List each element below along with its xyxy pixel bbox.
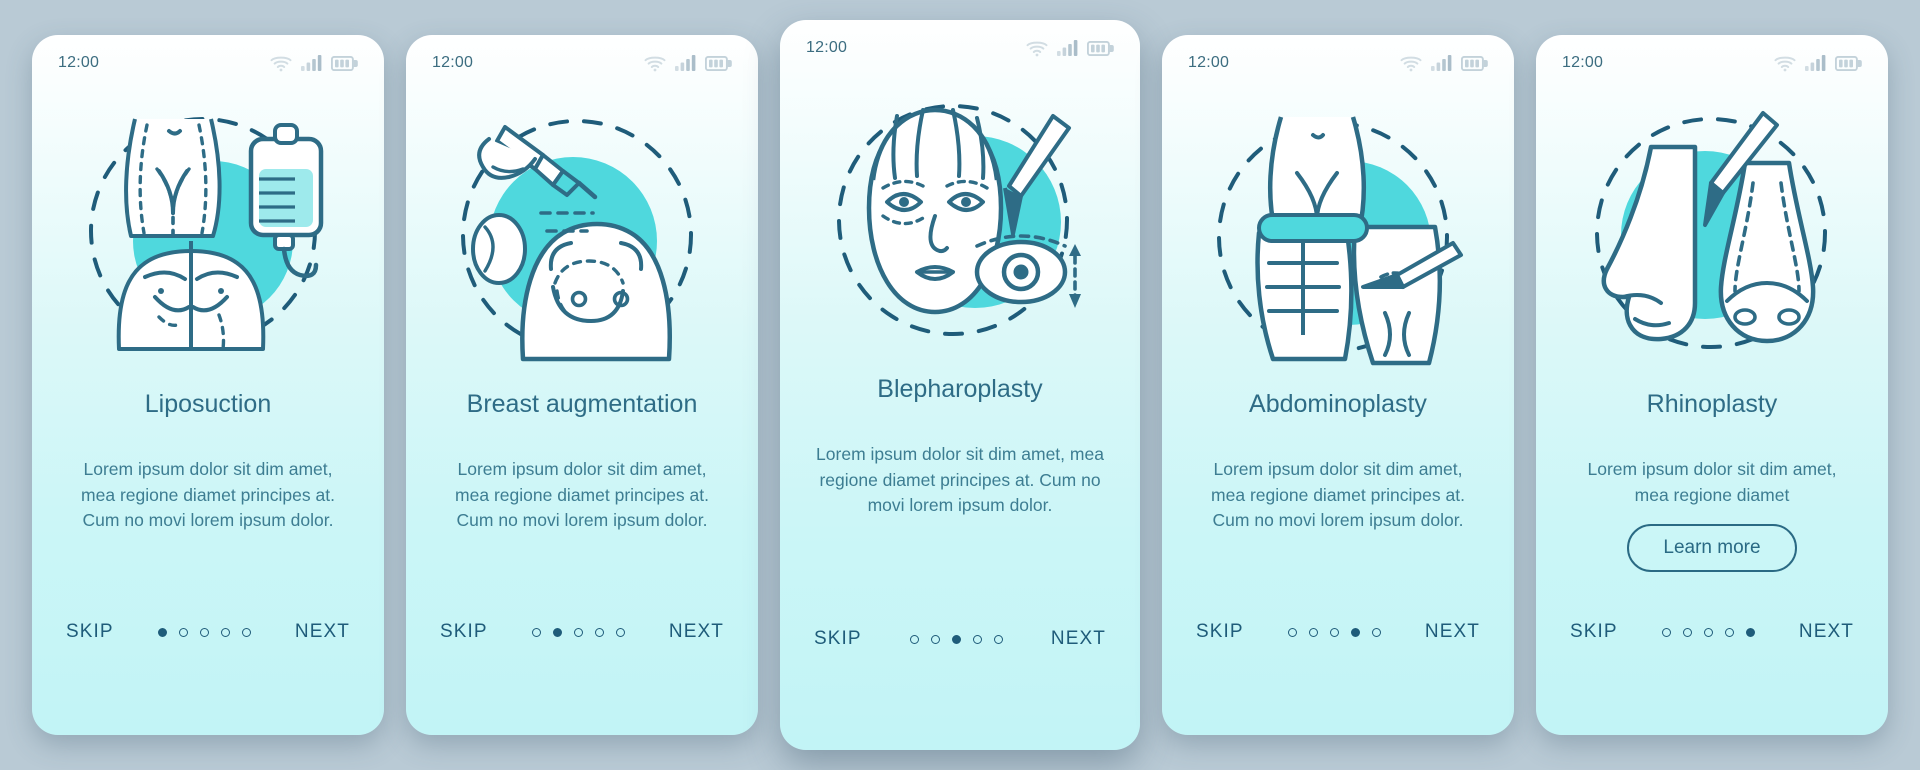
pagination-dot[interactable] <box>1287 627 1297 637</box>
pagination-dots <box>1661 627 1755 637</box>
onboarding-card-rhinoplasty: 12:00 Rhinoplasty Lorem ipsum dolor sit d… <box>1536 35 1888 735</box>
learn-more-button[interactable]: Learn more <box>1627 524 1797 573</box>
status-bar-icons <box>1774 55 1862 72</box>
pagination-dot-active[interactable] <box>157 627 167 637</box>
pagination-dot[interactable] <box>241 627 251 637</box>
pagination-dot[interactable] <box>199 627 209 637</box>
blepharoplasty-illustration <box>780 66 1140 366</box>
pagination-dot[interactable] <box>993 634 1003 644</box>
screen-title: Rhinoplasty <box>1646 390 1778 418</box>
pagination-dot[interactable] <box>1703 627 1713 637</box>
wifi-icon <box>270 55 292 72</box>
screen-description: Lorem ipsum dolor sit dim amet, mea regi… <box>816 444 1104 516</box>
wifi-icon <box>644 55 666 72</box>
cellular-signal-icon <box>301 55 322 71</box>
pagination-dot[interactable] <box>1329 627 1339 637</box>
battery-icon <box>705 55 732 71</box>
cta-wrapper: Learn more <box>1536 508 1888 573</box>
status-bar: 12:00 <box>406 35 758 81</box>
onboarding-nav: SKIP NEXT <box>1162 621 1514 735</box>
status-bar: 12:00 <box>1536 35 1888 81</box>
pagination-dot[interactable] <box>972 634 982 644</box>
pagination-dot[interactable] <box>594 627 604 637</box>
status-bar-time: 12:00 <box>58 54 100 71</box>
pagination-dots <box>157 627 251 637</box>
onboarding-screens-stage: 12:00 Liposuction Lorem ipsum dolor sit … <box>0 0 1920 770</box>
battery-icon <box>1835 55 1862 71</box>
cellular-signal-icon <box>1057 40 1078 56</box>
pagination-dot-active[interactable] <box>1745 627 1755 637</box>
pagination-dot[interactable] <box>930 634 940 644</box>
status-bar-time: 12:00 <box>806 39 848 56</box>
pagination-dots <box>1287 627 1381 637</box>
battery-icon <box>1461 55 1488 71</box>
status-bar: 12:00 <box>780 20 1140 66</box>
pagination-dot[interactable] <box>1724 627 1734 637</box>
status-bar-time: 12:00 <box>1562 54 1604 71</box>
battery-icon <box>331 55 358 71</box>
pagination-dot[interactable] <box>909 634 919 644</box>
skip-button[interactable]: SKIP <box>66 621 114 643</box>
wifi-icon <box>1774 55 1796 72</box>
onboarding-card-blepharoplasty: 12:00 Blepharoplasty Lorem ipsum dolor s… <box>780 20 1140 750</box>
status-bar-icons <box>270 55 358 72</box>
skip-button[interactable]: SKIP <box>814 628 862 650</box>
wifi-icon <box>1400 55 1422 72</box>
pagination-dot-active[interactable] <box>552 627 562 637</box>
next-button[interactable]: NEXT <box>669 621 724 643</box>
pagination-dot[interactable] <box>1371 627 1381 637</box>
screen-description: Lorem ipsum dolor sit dim amet, mea regi… <box>81 459 335 531</box>
onboarding-card-abdominoplasty: 12:00 Abdominoplasty Lorem ipsum dolor s… <box>1162 35 1514 735</box>
status-bar-time: 12:00 <box>1188 54 1230 71</box>
liposuction-illustration <box>32 81 384 381</box>
onboarding-card-liposuction: 12:00 Liposuction Lorem ipsum dolor sit … <box>32 35 384 735</box>
next-button[interactable]: NEXT <box>1799 621 1854 643</box>
cellular-signal-icon <box>1805 55 1826 71</box>
cellular-signal-icon <box>1431 55 1452 71</box>
pagination-dot[interactable] <box>573 627 583 637</box>
pagination-dot-active[interactable] <box>951 634 961 644</box>
screen-title: Breast augmentation <box>466 390 698 418</box>
onboarding-nav: SKIP NEXT <box>32 621 384 735</box>
pagination-dot[interactable] <box>615 627 625 637</box>
screen-description: Lorem ipsum dolor sit dim amet, mea regi… <box>455 459 709 531</box>
skip-button[interactable]: SKIP <box>440 621 488 643</box>
status-bar-icons <box>644 55 732 72</box>
battery-icon <box>1087 40 1114 56</box>
skip-button[interactable]: SKIP <box>1196 621 1244 643</box>
next-button[interactable]: NEXT <box>1051 628 1106 650</box>
onboarding-card-breast-augmentation: 12:00 Breast augmentation Lorem ipsum do… <box>406 35 758 735</box>
next-button[interactable]: NEXT <box>295 621 350 643</box>
status-bar-icons <box>1026 40 1114 57</box>
screen-description: Lorem ipsum dolor sit dim amet, mea regi… <box>1211 459 1465 531</box>
pagination-dots <box>531 627 625 637</box>
screen-description: Lorem ipsum dolor sit dim amet, mea regi… <box>1587 459 1837 505</box>
status-bar: 12:00 <box>1162 35 1514 81</box>
pagination-dot[interactable] <box>531 627 541 637</box>
screen-title: Abdominoplasty <box>1249 390 1427 418</box>
status-bar: 12:00 <box>32 35 384 81</box>
pagination-dot[interactable] <box>1308 627 1318 637</box>
pagination-dots <box>909 634 1003 644</box>
status-bar-time: 12:00 <box>432 54 474 71</box>
breast-augmentation-illustration <box>406 81 758 381</box>
pagination-dot[interactable] <box>1682 627 1692 637</box>
pagination-dot[interactable] <box>1661 627 1671 637</box>
onboarding-nav: SKIP NEXT <box>780 628 1140 750</box>
onboarding-nav: SKIP NEXT <box>1536 621 1888 735</box>
pagination-dot[interactable] <box>178 627 188 637</box>
status-bar-icons <box>1400 55 1488 72</box>
pagination-dot-active[interactable] <box>1350 627 1360 637</box>
skip-button[interactable]: SKIP <box>1570 621 1618 643</box>
screen-title: Liposuction <box>144 390 272 418</box>
onboarding-nav: SKIP NEXT <box>406 621 758 735</box>
pagination-dot[interactable] <box>220 627 230 637</box>
abdominoplasty-illustration <box>1162 81 1514 381</box>
rhinoplasty-illustration <box>1536 81 1888 381</box>
wifi-icon <box>1026 40 1048 57</box>
next-button[interactable]: NEXT <box>1425 621 1480 643</box>
cellular-signal-icon <box>675 55 696 71</box>
screen-title: Blepharoplasty <box>877 375 1043 403</box>
